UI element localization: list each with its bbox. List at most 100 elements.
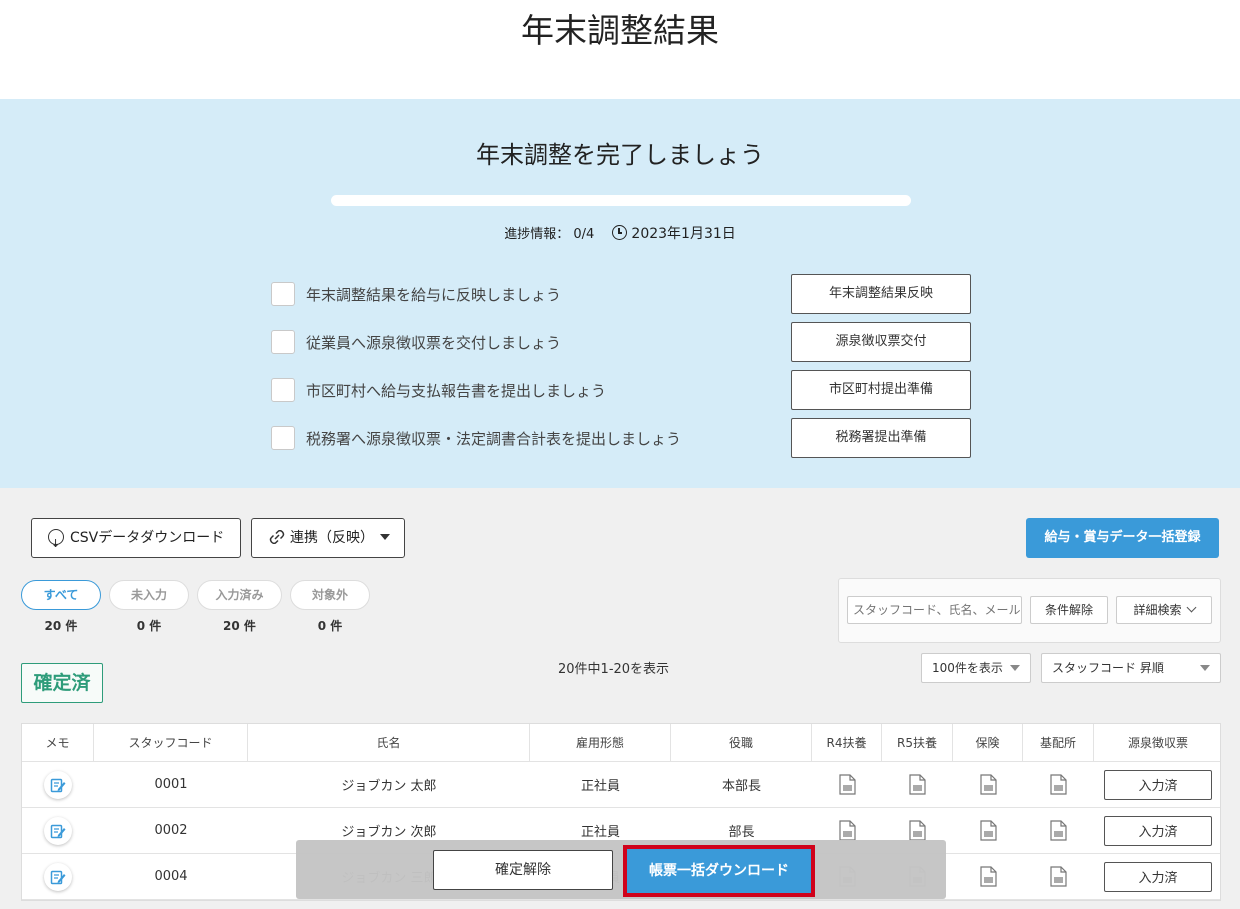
memo-edit-icon[interactable] [44, 862, 72, 891]
reflect-results-button[interactable]: 年末調整結果反映 [791, 274, 971, 314]
page-title: 年末調整結果 [521, 11, 719, 50]
table-row: 0001 ジョブカン 太郎 正社員 本部長 入力済 [22, 762, 1220, 808]
link-label: 連携（反映） [290, 530, 374, 546]
document-cell [953, 808, 1023, 853]
deduction-doc-icon[interactable] [1050, 866, 1067, 887]
column-header-r5-dependents: R5扶養 [882, 724, 953, 761]
column-header-employment-type: 雇用形態 [530, 724, 671, 761]
bulk-register-button[interactable]: 給与・賞与データ一括登録 [1026, 518, 1219, 558]
column-header-position: 役職 [671, 724, 812, 761]
task-item: 年末調整結果を給与に反映しましょう 年末調整結果反映 [271, 274, 971, 314]
withholding-cell: 入力済 [1094, 854, 1222, 899]
insurance-doc-icon[interactable] [979, 820, 997, 841]
clock-icon [612, 225, 628, 240]
r5-dependents-icon[interactable] [909, 820, 926, 841]
r4-dependents-icon[interactable] [838, 820, 856, 841]
memo-edit-icon[interactable] [44, 816, 72, 845]
sort-select[interactable]: スタッフコード 昇順 [1041, 653, 1221, 683]
withholding-entered-button[interactable]: 入力済 [1104, 861, 1212, 892]
position-cell: 本部長 [721, 779, 761, 794]
page-header: 年末調整結果 [0, 0, 1240, 99]
task-item: 税務署へ源泉徴収票・法定調書合計表を提出しましょう 税務署提出準備 [271, 418, 971, 458]
download-icon [48, 525, 64, 563]
filter-count: 20 件 [44, 619, 78, 633]
document-cell [882, 762, 953, 807]
municipality-prep-button[interactable]: 市区町村提出準備 [791, 370, 971, 410]
employment-type-cell: 正社員 [580, 779, 620, 794]
column-header-deduction: 基配所 [1023, 724, 1094, 761]
clear-conditions-button[interactable]: 条件解除 [1030, 596, 1108, 624]
document-cell [1023, 854, 1094, 899]
caret-down-icon [380, 534, 390, 540]
progress-value: 0/4 [573, 227, 595, 242]
deduction-doc-icon[interactable] [1050, 774, 1067, 795]
document-cell [953, 854, 1023, 899]
column-header-memo: メモ [22, 724, 94, 761]
bulk-download-button[interactable]: 帳票一括ダウンロード [623, 845, 815, 897]
filter-all[interactable]: すべて [21, 580, 101, 610]
task-item: 市区町村へ給与支払報告書を提出しましょう 市区町村提出準備 [271, 370, 971, 410]
memo-cell [22, 762, 94, 807]
table-header: メモ スタッフコード 氏名 雇用形態 役職 R4扶養 R5扶養 保険 基配所 源泉徴収票 [22, 724, 1220, 762]
column-header-staff-code: スタッフコード [94, 724, 248, 761]
withholding-entered-button[interactable]: 入力済 [1104, 815, 1212, 846]
caret-down-icon [1200, 665, 1210, 671]
filter-excluded[interactable]: 対象外 [290, 580, 370, 610]
csv-download-button[interactable]: CSVデータダウンロード [31, 518, 241, 563]
progress-label: 進捗情報： [504, 227, 570, 242]
link-dropdown-button[interactable]: 連携（反映） [251, 518, 405, 558]
task-checkbox[interactable] [271, 282, 295, 306]
task-item: 従業員へ源泉徴収票を交付しましょう 源泉徴収票交付 [271, 322, 971, 362]
task-checkbox[interactable] [271, 426, 295, 450]
task-label: 税務署へ源泉徴収票・法定調書合計表を提出しましょう [306, 430, 682, 448]
staff-code-cell: 0001 [154, 777, 188, 792]
memo-cell [22, 808, 94, 853]
task-label: 市区町村へ給与支払報告書を提出しましょう [306, 382, 607, 400]
task-label: 年末調整結果を給与に反映しましょう [306, 286, 562, 304]
document-cell [1023, 808, 1094, 853]
bulk-action-bar [296, 840, 946, 899]
progress-bar [331, 195, 911, 206]
deadline-date: 2023年1月31日 [631, 226, 736, 242]
insurance-doc-icon[interactable] [979, 866, 997, 887]
tax-office-prep-button[interactable]: 税務署提出準備 [791, 418, 971, 458]
r4-dependents-icon[interactable] [838, 774, 856, 795]
chevron-down-icon [1186, 602, 1196, 613]
memo-edit-icon[interactable] [44, 770, 72, 799]
filter-count: 0 件 [136, 619, 162, 633]
r5-dependents-icon[interactable] [909, 774, 926, 795]
column-header-name: 氏名 [248, 724, 530, 761]
withholding-entered-button[interactable]: 入力済 [1104, 769, 1212, 800]
search-input[interactable] [847, 596, 1022, 624]
advanced-search-label: 詳細検索 [1133, 603, 1182, 617]
staff-code-cell: 0002 [154, 823, 188, 838]
progress-info: 進捗情報： 0/4 2023年1月31日 [0, 223, 1240, 243]
caret-down-icon [1010, 665, 1020, 671]
sort-value: スタッフコード 昇順 [1052, 661, 1164, 675]
task-checkbox[interactable] [271, 330, 295, 354]
filter-count: 0 件 [317, 619, 343, 633]
link-icon [269, 529, 285, 545]
csv-download-label: CSVデータダウンロード [70, 530, 225, 546]
advanced-search-button[interactable]: 詳細検索 [1116, 596, 1212, 624]
task-checkbox[interactable] [271, 378, 295, 402]
filter-not-entered[interactable]: 未入力 [109, 580, 189, 610]
staff-code-cell: 0004 [154, 869, 188, 884]
filter-count: 20 件 [223, 619, 256, 633]
issue-withholding-button[interactable]: 源泉徴収票交付 [791, 322, 971, 362]
banner-title: 年末調整を完了しましょう [476, 141, 764, 169]
unconfirm-button[interactable]: 確定解除 [433, 850, 613, 890]
document-cell [953, 762, 1023, 807]
deduction-doc-icon[interactable] [1050, 820, 1067, 841]
memo-cell [22, 854, 94, 899]
task-label: 従業員へ源泉徴収票を交付しましょう [306, 334, 562, 352]
per-page-select[interactable]: 100件を表示 [921, 653, 1031, 683]
column-header-insurance: 保険 [953, 724, 1023, 761]
withholding-cell: 入力済 [1094, 808, 1222, 853]
name-cell: ジョブカン 太郎 [341, 779, 437, 794]
filter-entered[interactable]: 入力済み [197, 580, 282, 610]
per-page-value: 100件を表示 [932, 661, 1003, 675]
deadline: 2023年1月31日 [612, 225, 736, 242]
insurance-doc-icon[interactable] [979, 774, 997, 795]
document-cell [812, 762, 882, 807]
